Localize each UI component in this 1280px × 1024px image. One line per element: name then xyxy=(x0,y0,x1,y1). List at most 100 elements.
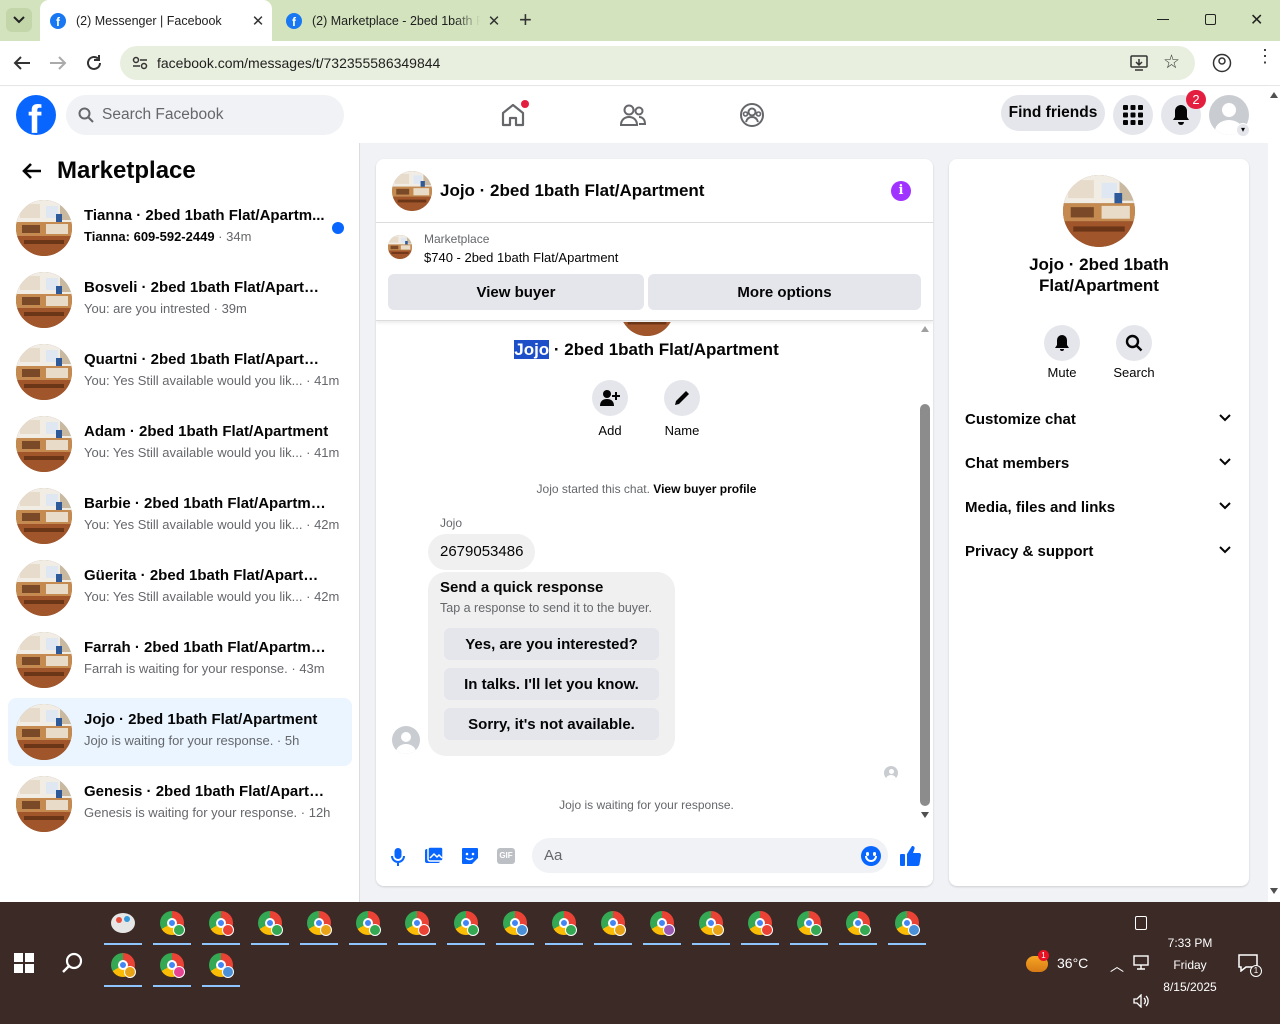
back-arrow-icon[interactable] xyxy=(22,162,42,180)
tab-close-icon[interactable]: ✕ xyxy=(244,12,272,30)
chrome-window-icon[interactable] xyxy=(643,908,681,945)
window-restore-icon[interactable] xyxy=(1205,14,1216,25)
meet-now-icon[interactable] xyxy=(1135,916,1147,930)
like-thumb-icon[interactable] xyxy=(900,845,922,867)
scroll-down-icon[interactable] xyxy=(1270,888,1278,894)
message-bubble[interactable]: 2679053486 xyxy=(428,534,536,570)
taskbar-search-icon[interactable] xyxy=(61,952,83,974)
chat-title[interactable]: Jojo · 2bed 1bath Flat/Apartment xyxy=(440,181,704,201)
conversation-item[interactable]: Jojo · 2bed 1bath Flat/Apartment Jojo is … xyxy=(8,698,352,766)
back-arrow-icon[interactable] xyxy=(13,55,31,71)
chrome-window-icon[interactable] xyxy=(300,908,338,945)
browser-menu-icon[interactable]: ⋮ xyxy=(1256,47,1274,65)
account-chevron-icon[interactable]: ▾ xyxy=(1236,123,1250,137)
browser-tab-messenger[interactable]: f (2) Messenger | Facebook ✕ xyxy=(40,0,272,41)
conversation-item[interactable]: Quartni · 2bed 1bath Flat/Apartment You: … xyxy=(8,338,352,406)
find-friends-button[interactable]: Find friends xyxy=(1001,95,1105,131)
chrome-window-icon[interactable] xyxy=(839,908,877,945)
sticker-icon[interactable] xyxy=(461,847,479,865)
bookmark-star-icon[interactable]: ☆ xyxy=(1163,51,1180,74)
scroll-up-icon[interactable] xyxy=(1270,92,1278,98)
tab-search-button[interactable] xyxy=(6,8,32,32)
weather-widget[interactable]: 1 36°C xyxy=(1024,950,1104,976)
friends-icon[interactable] xyxy=(620,103,646,127)
gif-icon[interactable]: GIF xyxy=(497,848,515,864)
mute-button[interactable] xyxy=(1044,325,1080,361)
chrome-window-icon[interactable] xyxy=(153,908,191,945)
emoji-icon[interactable] xyxy=(861,846,881,866)
url-text[interactable]: facebook.com/messages/t/732355586349844 xyxy=(157,55,440,71)
scroll-down-icon[interactable] xyxy=(921,812,929,818)
conversation-item[interactable]: Tianna · 2bed 1bath Flat/Apartm... Tianna… xyxy=(8,194,352,262)
menu-grid-button[interactable] xyxy=(1113,95,1153,135)
clock[interactable]: 7:33 PM Friday 8/15/2025 xyxy=(1156,932,1224,998)
page-scrollbar[interactable] xyxy=(1268,87,1280,902)
listing-thumbnail[interactable] xyxy=(388,235,412,259)
chat-avatar[interactable] xyxy=(392,171,432,211)
privacy-support-section[interactable]: Privacy & support xyxy=(965,537,1235,567)
listing-title[interactable]: $740 - 2bed 1bath Flat/Apartment xyxy=(424,250,618,265)
thread-scrollbar[interactable] xyxy=(917,322,933,824)
chrome-window-icon[interactable] xyxy=(398,908,436,945)
windows-start-icon[interactable] xyxy=(14,953,34,973)
groups-icon[interactable] xyxy=(739,102,765,128)
chrome-window-icon[interactable] xyxy=(741,908,779,945)
details-avatar[interactable] xyxy=(1063,175,1135,247)
search-in-conversation-button[interactable] xyxy=(1116,325,1152,361)
tray-chevron-icon[interactable]: ︿ xyxy=(1110,956,1124,976)
window-minimize-icon[interactable] xyxy=(1157,19,1169,20)
chrome-window-icon[interactable] xyxy=(251,908,289,945)
scroll-up-icon[interactable] xyxy=(921,326,929,332)
message-thread[interactable]: Jojo · 2bed 1bath Flat/Apartment Add Nam… xyxy=(376,322,933,824)
window-close-icon[interactable]: ✕ xyxy=(1250,10,1263,30)
facebook-logo[interactable]: f xyxy=(16,95,56,135)
conversation-item[interactable]: Barbie · 2bed 1bath Flat/Apartment You: Y… xyxy=(8,482,352,550)
chrome-window-icon[interactable] xyxy=(447,908,485,945)
view-buyer-profile-link[interactable]: View buyer profile xyxy=(653,482,756,496)
facebook-search-input[interactable]: Search Facebook xyxy=(66,95,344,135)
chrome-window-icon[interactable] xyxy=(692,908,730,945)
quick-reply-in-talks[interactable]: In talks. I'll let you know. xyxy=(444,668,659,700)
rename-button[interactable] xyxy=(664,380,700,416)
conversation-item[interactable]: Farrah · 2bed 1bath Flat/Apartment Farrah… xyxy=(8,626,352,694)
paint-app-icon[interactable] xyxy=(104,908,142,945)
omnibox[interactable]: facebook.com/messages/t/732355586349844 … xyxy=(120,46,1195,80)
reload-icon[interactable] xyxy=(85,54,103,72)
conversation-item[interactable]: Bosveli · 2bed 1bath Flat/Apartment You: … xyxy=(8,266,352,334)
chrome-window-icon[interactable] xyxy=(202,950,240,987)
volume-icon[interactable] xyxy=(1133,994,1151,1008)
view-buyer-button[interactable]: View buyer xyxy=(388,274,644,310)
conversation-info-button[interactable]: i xyxy=(891,181,911,201)
chrome-window-icon[interactable] xyxy=(545,908,583,945)
chrome-window-icon[interactable] xyxy=(790,908,828,945)
conversation-item[interactable]: Güerita · 2bed 1bath Flat/Apartment You: … xyxy=(8,554,352,622)
add-member-button[interactable] xyxy=(592,380,628,416)
conversation-item[interactable]: Adam · 2bed 1bath Flat/Apartment You: Yes… xyxy=(8,410,352,478)
quick-reply-not-available[interactable]: Sorry, it's not available. xyxy=(444,708,659,740)
chrome-window-icon[interactable] xyxy=(104,950,142,987)
tab-close-icon[interactable]: ✕ xyxy=(480,12,508,30)
photo-icon[interactable] xyxy=(425,847,443,865)
chat-members-section[interactable]: Chat members xyxy=(965,449,1235,479)
chrome-window-icon[interactable] xyxy=(153,950,191,987)
network-icon[interactable] xyxy=(1133,955,1151,971)
conversation-item[interactable]: Genesis · 2bed 1bath Flat/Apartment Genes… xyxy=(8,770,352,838)
microphone-icon[interactable] xyxy=(391,848,405,866)
forward-arrow-icon[interactable] xyxy=(49,55,67,71)
install-app-icon[interactable] xyxy=(1130,55,1148,71)
chrome-window-icon[interactable] xyxy=(594,908,632,945)
chrome-window-icon[interactable] xyxy=(202,908,240,945)
chrome-window-icon[interactable] xyxy=(888,908,926,945)
chrome-window-icon[interactable] xyxy=(496,908,534,945)
media-files-links-section[interactable]: Media, files and links xyxy=(965,493,1235,523)
scroll-thumb[interactable] xyxy=(920,404,930,806)
quick-reply-interested[interactable]: Yes, are you interested? xyxy=(444,628,659,660)
new-tab-icon[interactable]: + xyxy=(519,9,532,31)
browser-tab-marketplace[interactable]: f (2) Marketplace - 2bed 1bath Fl ✕ xyxy=(276,0,508,41)
message-input[interactable]: Aa xyxy=(532,838,888,873)
more-options-button[interactable]: More options xyxy=(648,274,921,310)
customize-chat-section[interactable]: Customize chat xyxy=(965,405,1235,435)
site-settings-icon[interactable] xyxy=(132,56,148,70)
chrome-window-icon[interactable] xyxy=(349,908,387,945)
profile-icon[interactable] xyxy=(1212,53,1232,73)
